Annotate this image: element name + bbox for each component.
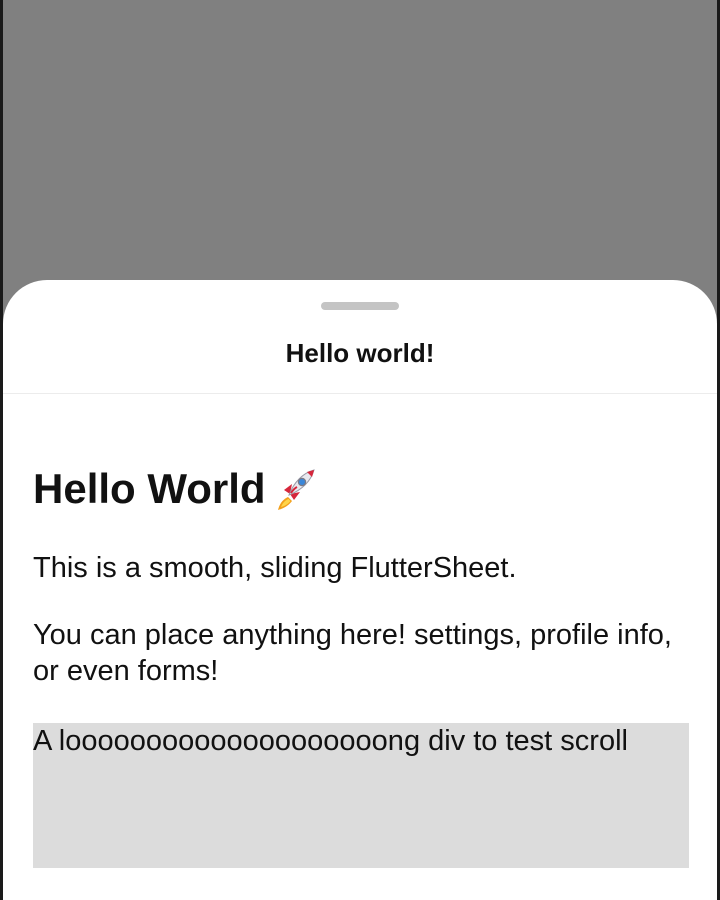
bottom-sheet: Hello world! Hello World This is a smoot… xyxy=(3,280,717,900)
content-heading: Hello World xyxy=(33,464,689,514)
screen: Hello world! Hello World This is a smoot… xyxy=(0,0,720,900)
sheet-drag-handle[interactable] xyxy=(321,302,399,310)
header-divider xyxy=(3,393,717,394)
rocket-icon xyxy=(277,469,315,510)
sheet-content: Hello World This is a smooth, sliding Fl… xyxy=(33,464,689,868)
paragraph-intro: This is a smooth, sliding FlutterSheet. xyxy=(33,552,517,584)
scroll-test-box[interactable]: A loooooooooooooooooooong div to test sc… xyxy=(33,723,689,868)
paragraph-details: You can place anything here! settings, p… xyxy=(33,619,672,687)
content-heading-text: Hello World xyxy=(33,465,266,512)
sheet-title: Hello world! xyxy=(285,338,435,368)
